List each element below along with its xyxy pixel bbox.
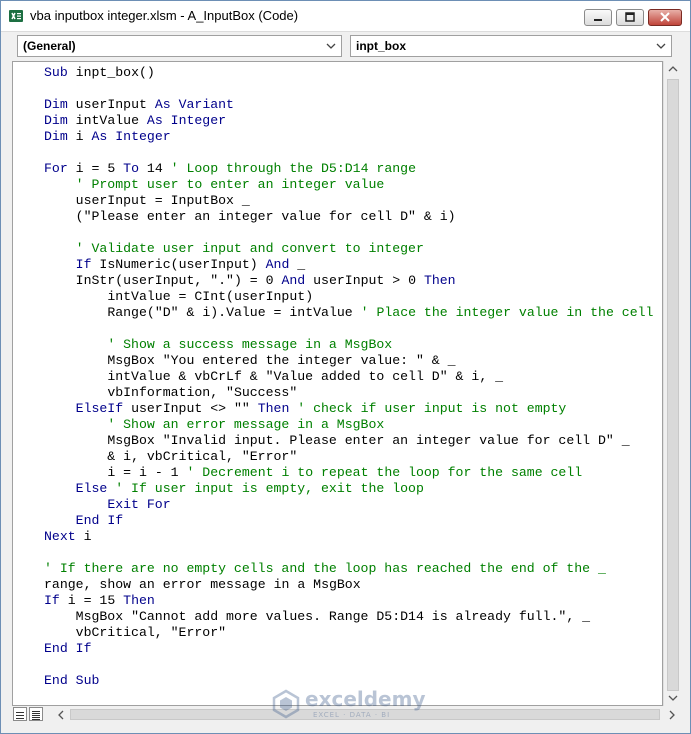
- code-line[interactable]: MsgBox "You entered the integer value: "…: [44, 353, 455, 368]
- code-line[interactable]: ' Validate user input and convert to int…: [44, 241, 424, 256]
- procedure-view-icon: [16, 712, 24, 719]
- excel-app-icon: [9, 10, 23, 22]
- code-line[interactable]: Dim userInput As Variant: [44, 97, 234, 112]
- code-line[interactable]: vbCritical, "Error": [44, 625, 226, 640]
- code-line[interactable]: range, show an error message in a MsgBox: [44, 577, 361, 592]
- procedure-view-button[interactable]: [13, 707, 27, 721]
- watermark-name: exceldemy: [305, 687, 426, 711]
- code-line[interactable]: vbInformation, "Success": [44, 385, 297, 400]
- code-line[interactable]: Dim i As Integer: [44, 129, 171, 144]
- code-text[interactable]: Sub inpt_box() Dim userInput As Variant …: [44, 65, 653, 689]
- full-module-view-icon: [32, 711, 40, 720]
- restore-icon: [625, 12, 635, 22]
- chevron-down-icon: [326, 43, 336, 49]
- object-dropdown-value: (General): [23, 39, 76, 53]
- scroll-down-arrow-icon[interactable]: [664, 689, 682, 706]
- full-module-view-button[interactable]: [29, 707, 43, 721]
- code-line[interactable]: Next i: [44, 529, 92, 544]
- code-line[interactable]: End If: [44, 641, 92, 656]
- code-line[interactable]: MsgBox "Invalid input. Please enter an i…: [44, 433, 629, 448]
- code-line[interactable]: Sub inpt_box(): [44, 65, 155, 80]
- minimize-button[interactable]: [584, 9, 612, 26]
- exceldemy-logo-icon: [272, 689, 300, 719]
- window-title: vba inputbox integer.xlsm - A_InputBox (…: [30, 8, 299, 23]
- code-line[interactable]: ' If there are no empty cells and the lo…: [44, 561, 606, 576]
- code-line[interactable]: MsgBox "Cannot add more values. Range D5…: [44, 609, 590, 624]
- code-line[interactable]: End If: [44, 513, 124, 528]
- code-line[interactable]: ' Show an error message in a MsgBox: [44, 417, 384, 432]
- procedure-dropdown-value: inpt_box: [356, 39, 406, 53]
- code-line[interactable]: Dim intValue As Integer: [44, 113, 226, 128]
- code-line[interactable]: ("Please enter an integer value for cell…: [44, 209, 456, 224]
- code-line[interactable]: ' Show a success message in a MsgBox: [44, 337, 392, 352]
- code-combo-row: (General) inpt_box: [1, 32, 690, 61]
- chevron-down-icon: [656, 43, 666, 49]
- minimize-icon: [594, 19, 602, 21]
- code-line[interactable]: Range("D" & i).Value = intValue ' Place …: [44, 305, 653, 320]
- code-line[interactable]: Exit For: [44, 497, 170, 512]
- code-line[interactable]: intValue = CInt(userInput): [44, 289, 313, 304]
- code-line[interactable]: intValue & vbCrLf & "Value added to cell…: [44, 369, 503, 384]
- code-line[interactable]: & i, vbCritical, "Error": [44, 449, 297, 464]
- vertical-scrollbar[interactable]: [663, 61, 682, 706]
- code-line[interactable]: Else ' If user input is empty, exit the …: [44, 481, 424, 496]
- procedure-dropdown[interactable]: inpt_box: [350, 35, 672, 57]
- watermark-tagline: EXCEL · DATA · BI: [313, 711, 391, 719]
- restore-button[interactable]: [616, 9, 644, 26]
- exceldemy-watermark: exceldemy EXCEL · DATA · BI: [269, 687, 429, 721]
- vba-code-window: vba inputbox integer.xlsm - A_InputBox (…: [0, 0, 691, 734]
- scroll-right-arrow-icon[interactable]: [663, 706, 681, 723]
- scroll-up-arrow-icon[interactable]: [664, 61, 682, 78]
- code-line[interactable]: InStr(userInput, ".") = 0 And userInput …: [44, 273, 456, 288]
- close-button[interactable]: [648, 9, 682, 26]
- code-line[interactable]: End Sub: [44, 673, 99, 688]
- code-line[interactable]: If IsNumeric(userInput) And _: [44, 257, 306, 272]
- code-line[interactable]: For i = 5 To 14 ' Loop through the D5:D1…: [44, 161, 416, 176]
- close-icon: [660, 12, 670, 22]
- scroll-left-arrow-icon[interactable]: [52, 706, 70, 723]
- title-bar[interactable]: vba inputbox integer.xlsm - A_InputBox (…: [1, 1, 690, 32]
- vertical-scroll-thumb[interactable]: [667, 79, 679, 691]
- code-line[interactable]: i = i - 1 ' Decrement i to repeat the lo…: [44, 465, 582, 480]
- code-line[interactable]: ' Prompt user to enter an integer value: [44, 177, 385, 192]
- code-line[interactable]: If i = 15 Then: [44, 593, 155, 608]
- code-editor[interactable]: Sub inpt_box() Dim userInput As Variant …: [12, 61, 663, 706]
- code-line[interactable]: ElseIf userInput <> "" Then ' check if u…: [44, 401, 567, 416]
- code-line[interactable]: userInput = InputBox _: [44, 193, 250, 208]
- object-dropdown[interactable]: (General): [17, 35, 342, 57]
